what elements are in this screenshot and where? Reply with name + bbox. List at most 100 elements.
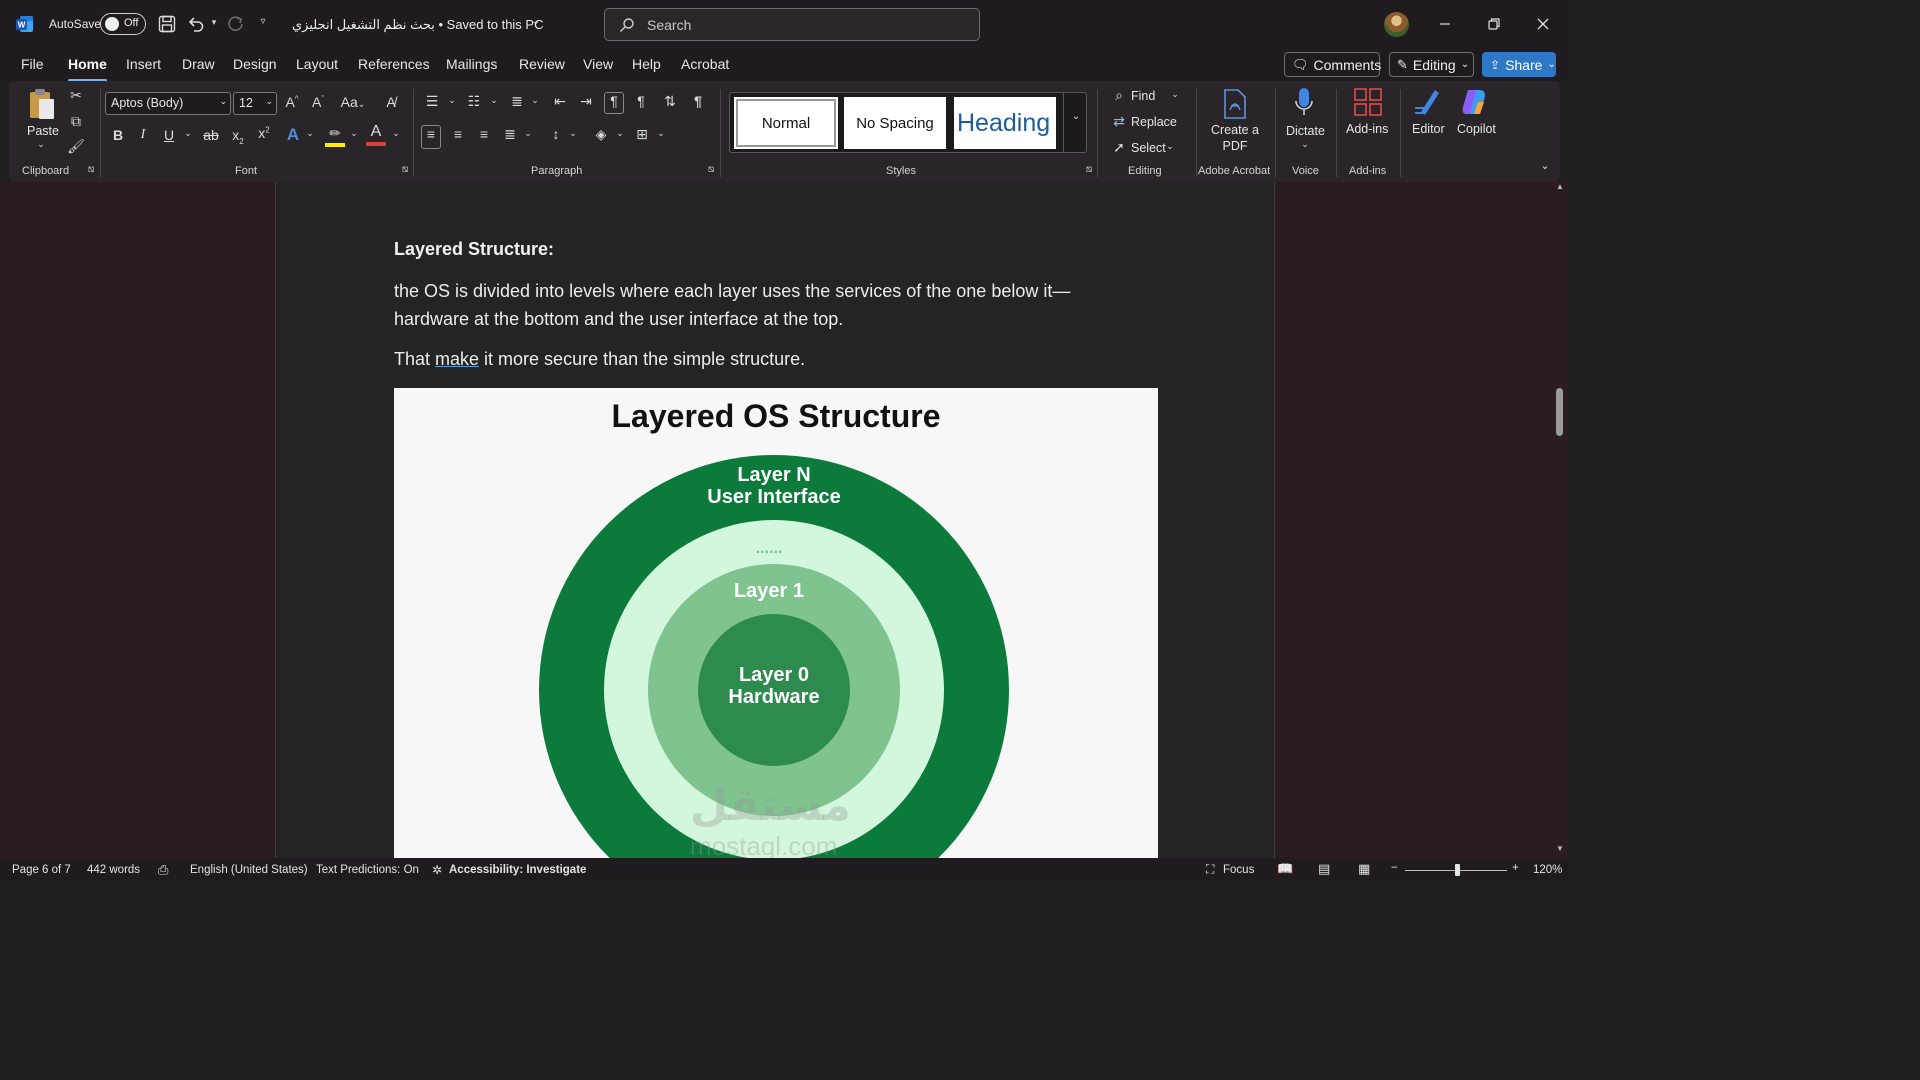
- layered-os-figure[interactable]: Layered OS Structure Layer N User Interf…: [394, 388, 1158, 858]
- bullets-icon[interactable]: ☰: [422, 93, 442, 110]
- align-right-icon[interactable]: ≡: [474, 126, 494, 142]
- highlight-icon[interactable]: ✏: [325, 125, 345, 147]
- font-size-combo[interactable]: 12 ⌄: [233, 92, 277, 115]
- borders-icon[interactable]: ⊞: [632, 126, 652, 143]
- tab-references[interactable]: References: [358, 56, 430, 72]
- vertical-scrollbar[interactable]: ▲ ▼: [1552, 182, 1568, 858]
- document-canvas[interactable]: Layered Structure: the OS is divided int…: [0, 182, 1552, 858]
- align-center-icon[interactable]: ≡: [448, 126, 468, 142]
- undo-dropdown-icon[interactable]: ▾: [204, 17, 224, 28]
- bold-icon[interactable]: B: [108, 127, 128, 143]
- document-page[interactable]: Layered Structure: the OS is divided int…: [275, 182, 1275, 858]
- sort-icon[interactable]: ⇅: [660, 93, 680, 110]
- zoom-level[interactable]: 120%: [1533, 864, 1562, 876]
- borders-dropdown-icon[interactable]: ⌄: [651, 128, 671, 139]
- superscript-icon[interactable]: x2: [254, 125, 274, 141]
- read-mode-icon[interactable]: 📖: [1277, 861, 1293, 877]
- minimize-icon[interactable]: [1433, 12, 1457, 36]
- find-dropdown-icon[interactable]: ⌄: [1165, 89, 1185, 100]
- tab-view[interactable]: View: [583, 56, 613, 72]
- show-formatting-marks-icon[interactable]: ¶: [688, 93, 708, 109]
- scroll-down-icon[interactable]: ▼: [1550, 844, 1570, 853]
- close-icon[interactable]: [1531, 12, 1555, 36]
- add-ins-label[interactable]: Add-ins: [1346, 122, 1388, 136]
- replace-label[interactable]: Replace: [1131, 115, 1177, 129]
- create-pdf-icon[interactable]: [1221, 88, 1249, 120]
- style-heading-1[interactable]: Heading 1: [954, 97, 1056, 149]
- font-color-dropdown-icon[interactable]: ⌄: [386, 128, 406, 139]
- dictate-dropdown-icon[interactable]: ⌄: [1295, 139, 1315, 150]
- create-pdf-label[interactable]: Create a PDF: [1207, 122, 1263, 154]
- rtl-direction-icon[interactable]: ¶: [631, 93, 651, 109]
- strikethrough-icon[interactable]: ab: [201, 127, 221, 143]
- comments-button[interactable]: 🗨 Comments: [1284, 52, 1381, 77]
- editing-mode-button[interactable]: ✎ Editing ⌄: [1389, 52, 1474, 77]
- paste-label[interactable]: Paste: [27, 124, 59, 138]
- text-effects-dropdown-icon[interactable]: ⌄: [300, 128, 320, 139]
- tab-mailings[interactable]: Mailings: [446, 56, 497, 72]
- scroll-up-icon[interactable]: ▲: [1550, 182, 1570, 191]
- zoom-slider-thumb[interactable]: [1455, 864, 1460, 876]
- tab-layout[interactable]: Layout: [296, 56, 338, 72]
- copilot-label[interactable]: Copilot: [1457, 122, 1496, 136]
- add-ins-icon[interactable]: [1353, 87, 1383, 117]
- multilevel-dropdown-icon[interactable]: ⌄: [525, 95, 545, 106]
- decrease-indent-icon[interactable]: ⇤: [550, 93, 570, 110]
- ltr-direction-icon[interactable]: ¶: [604, 92, 624, 114]
- undo-icon[interactable]: [186, 14, 206, 34]
- cut-icon[interactable]: ✂: [66, 87, 86, 104]
- font-launcher-icon[interactable]: ⧅: [395, 164, 415, 175]
- tab-draw[interactable]: Draw: [182, 56, 215, 72]
- find-label[interactable]: Find: [1131, 89, 1155, 103]
- proofing-icon[interactable]: ⎙: [158, 862, 168, 878]
- style-no-spacing[interactable]: No Spacing: [844, 97, 946, 149]
- shading-dropdown-icon[interactable]: ⌄: [610, 128, 630, 139]
- paragraph-launcher-icon[interactable]: ⧅: [701, 164, 721, 175]
- restore-icon[interactable]: [1482, 12, 1506, 36]
- tab-design[interactable]: Design: [233, 56, 277, 72]
- title-dropdown-icon[interactable]: ⌄: [526, 16, 546, 27]
- styles-more-button[interactable]: ⌄: [1063, 93, 1087, 152]
- web-layout-icon[interactable]: ▦: [1358, 861, 1370, 877]
- spelling-flagged-word[interactable]: make: [435, 349, 479, 369]
- subscript-icon[interactable]: x2: [228, 127, 248, 146]
- underline-icon[interactable]: U: [159, 127, 179, 143]
- copy-icon[interactable]: ⧉: [66, 113, 86, 130]
- tab-file[interactable]: File: [21, 56, 44, 72]
- numbering-icon[interactable]: ☷: [464, 93, 484, 110]
- text-predictions-status[interactable]: Text Predictions: On: [316, 864, 419, 876]
- paste-icon[interactable]: [28, 87, 56, 121]
- document-title[interactable]: بحث نظم التشغيل انجليزي • Saved to this …: [292, 17, 543, 33]
- style-normal[interactable]: Normal: [734, 97, 838, 149]
- focus-button[interactable]: Focus: [1223, 864, 1254, 876]
- numbering-dropdown-icon[interactable]: ⌄: [484, 95, 504, 106]
- customize-quick-access-icon[interactable]: ▿: [253, 16, 273, 27]
- justify-dropdown-icon[interactable]: ⌄: [518, 128, 538, 139]
- tab-help[interactable]: Help: [632, 56, 661, 72]
- dictate-label[interactable]: Dictate: [1286, 124, 1325, 138]
- find-icon[interactable]: ⌕: [1109, 87, 1129, 104]
- page-count[interactable]: Page 6 of 7: [12, 864, 71, 876]
- tab-insert[interactable]: Insert: [126, 56, 161, 72]
- paste-dropdown-icon[interactable]: ⌄: [31, 139, 51, 150]
- language-status[interactable]: English (United States): [190, 864, 308, 876]
- justify-icon[interactable]: ≣: [500, 126, 520, 143]
- underline-dropdown-icon[interactable]: ⌄: [178, 128, 198, 139]
- clipboard-launcher-icon[interactable]: ⧅: [81, 164, 101, 175]
- bullets-dropdown-icon[interactable]: ⌄: [442, 95, 462, 106]
- replace-icon[interactable]: ⇄: [1109, 113, 1129, 130]
- user-avatar[interactable]: [1384, 12, 1409, 37]
- zoom-in-icon[interactable]: +: [1512, 862, 1519, 874]
- italic-icon[interactable]: I: [133, 127, 153, 143]
- print-layout-icon[interactable]: ▤: [1318, 861, 1330, 877]
- collapse-ribbon-icon[interactable]: ⌄: [1535, 159, 1555, 172]
- tab-home[interactable]: Home: [68, 56, 107, 82]
- accessibility-status[interactable]: Accessibility: Investigate: [449, 864, 586, 876]
- editor-icon[interactable]: [1413, 86, 1443, 118]
- save-icon[interactable]: [157, 14, 177, 34]
- search-box[interactable]: Search: [604, 8, 980, 41]
- scrollbar-thumb[interactable]: [1556, 388, 1563, 436]
- tab-acrobat[interactable]: Acrobat: [681, 56, 729, 72]
- select-cursor-icon[interactable]: ➚: [1109, 139, 1129, 156]
- zoom-out-icon[interactable]: −: [1391, 862, 1398, 874]
